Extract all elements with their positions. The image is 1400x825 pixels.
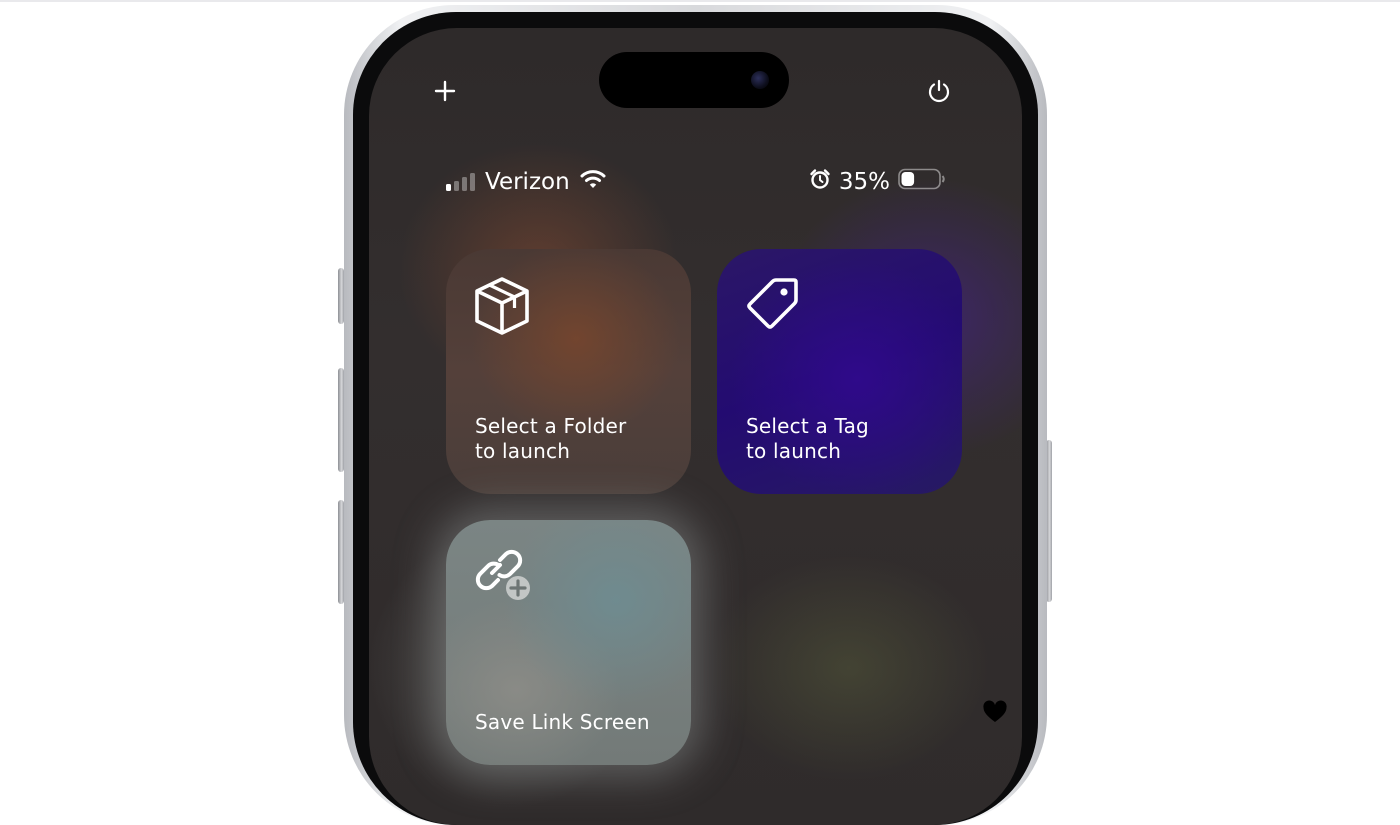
phone-bezel: Verizon 35% Select a Folder to launch Se… xyxy=(353,12,1038,825)
plus-icon[interactable] xyxy=(433,79,457,107)
power-icon[interactable] xyxy=(926,78,952,108)
phone-frame: Verizon 35% Select a Folder to launch Se… xyxy=(344,5,1047,825)
heart-icon[interactable] xyxy=(982,700,1008,728)
battery-icon xyxy=(898,168,946,196)
tag-icon xyxy=(743,275,801,337)
link-add-icon xyxy=(472,546,536,610)
select-tag-label: Select a Tag to launch xyxy=(746,414,869,463)
wifi-icon xyxy=(580,168,606,196)
select-folder-tile[interactable]: Select a Folder to launch xyxy=(446,249,691,494)
alarm-icon xyxy=(809,168,831,196)
box-icon xyxy=(472,275,532,341)
save-link-screen-tile[interactable]: Save Link Screen xyxy=(446,520,691,765)
select-folder-label: Select a Folder to launch xyxy=(475,414,627,463)
status-right: 35% xyxy=(809,168,946,196)
save-link-screen-label: Save Link Screen xyxy=(475,710,650,734)
control-center-screen: Verizon 35% Select a Folder to launch Se… xyxy=(369,28,1022,825)
dynamic-island xyxy=(599,52,789,108)
front-camera xyxy=(751,71,769,89)
cellular-signal-icon xyxy=(446,173,475,191)
battery-percent: 35% xyxy=(838,169,890,195)
status-bar: Verizon 35% xyxy=(369,168,1022,202)
page-top-border xyxy=(0,0,1400,2)
carrier-name: Verizon xyxy=(485,169,570,195)
select-tag-tile[interactable]: Select a Tag to launch xyxy=(717,249,962,494)
status-left: Verizon xyxy=(446,168,606,196)
